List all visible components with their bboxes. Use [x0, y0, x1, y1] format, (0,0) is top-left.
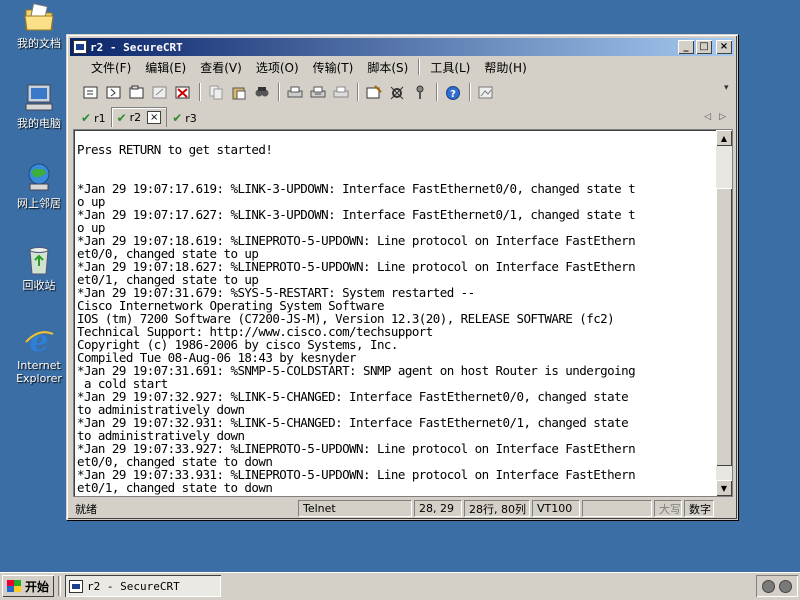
status-size: 28行, 80列	[464, 500, 530, 517]
connected-check-icon: ✔	[81, 111, 92, 125]
menu-tools[interactable]: 工具(L)	[423, 59, 477, 76]
keymap-icon[interactable]	[409, 82, 431, 102]
terminal-scrollbar[interactable]: ▲ ▼	[716, 130, 732, 496]
tab-r2[interactable]: ✔ r2 ×	[110, 107, 168, 127]
copy-icon[interactable]	[205, 82, 227, 102]
menu-edit[interactable]: 编辑(E)	[138, 59, 193, 76]
internet-explorer-icon: e	[22, 324, 56, 359]
print-selection-icon[interactable]	[307, 82, 329, 102]
desktop-icon-label: 回收站	[22, 279, 56, 292]
close-button[interactable]: ×	[716, 40, 732, 54]
find-icon[interactable]	[251, 82, 273, 102]
taskbar-task-label: r2 - SecureCRT	[87, 579, 180, 593]
windows-logo-icon	[7, 580, 21, 592]
my-computer-icon	[22, 82, 56, 114]
start-label: 开始	[25, 579, 50, 594]
help-icon[interactable]: ?	[442, 82, 464, 102]
status-emulation: VT100	[532, 500, 580, 517]
menu-file[interactable]: 文件(F)	[84, 59, 138, 76]
taskbar-securecrt-button[interactable]: r2 - SecureCRT	[65, 575, 222, 597]
my-documents-icon	[22, 2, 56, 34]
connect-tab-icon[interactable]	[126, 82, 148, 102]
securecrt-app-icon	[69, 579, 84, 593]
toolbar-separator	[199, 83, 201, 101]
tab-next-icon[interactable]: ▷	[719, 112, 726, 122]
reconnect-icon[interactable]	[149, 82, 171, 102]
menu-separator	[418, 59, 421, 75]
desktop-icon-label: Internet Explorer	[16, 359, 62, 385]
title-bar[interactable]: r2 - SecureCRT _ □ ×	[70, 38, 734, 56]
tab-r1[interactable]: ✔ r1	[76, 109, 111, 127]
desktop-icon-label: 网上邻居	[17, 197, 61, 210]
tab-r3[interactable]: ✔ r3	[167, 109, 202, 127]
map-icon[interactable]	[475, 82, 497, 102]
toolbar-separator	[278, 83, 280, 101]
print-setup-icon[interactable]	[330, 82, 352, 102]
print-icon[interactable]	[284, 82, 306, 102]
desktop-icon-internet-explorer[interactable]: e Internet Explorer	[6, 324, 72, 385]
toolbar: ? ▾	[70, 79, 734, 105]
recycle-bin-icon	[22, 244, 56, 276]
minimize-button[interactable]: _	[678, 40, 694, 54]
securecrt-app-icon[interactable]	[73, 40, 87, 54]
status-bar: 就绪 Telnet 28, 29 28行, 80列 VT100 大写 数字	[70, 499, 734, 518]
menu-help[interactable]: 帮助(H)	[477, 59, 533, 76]
status-cursor: 28, 29	[414, 500, 462, 517]
terminal-area[interactable]: Press RETURN to get started! *Jan 29 19:…	[73, 129, 733, 497]
menu-script[interactable]: 脚本(S)	[360, 59, 415, 76]
terminal-output: Press RETURN to get started! *Jan 29 19:…	[77, 142, 636, 495]
status-caps: 大写	[654, 500, 682, 517]
menu-view[interactable]: 查看(V)	[193, 59, 249, 76]
tab-label: r1	[94, 111, 106, 125]
maximize-button[interactable]: □	[696, 40, 712, 54]
toolbar-separator	[357, 83, 359, 101]
taskbar-separator	[58, 576, 62, 596]
connect-icon[interactable]	[80, 82, 102, 102]
menu-transfer[interactable]: 传输(T)	[306, 59, 361, 76]
desktop-icon-network-places[interactable]: 网上邻居	[6, 162, 72, 210]
tab-prev-icon[interactable]: ◁	[704, 112, 711, 122]
connected-check-icon: ✔	[172, 111, 183, 125]
network-places-icon	[22, 162, 56, 194]
disconnect-icon[interactable]	[172, 82, 194, 102]
tab-label: r3	[185, 111, 197, 125]
scroll-up-icon[interactable]: ▲	[716, 130, 732, 146]
toolbar-separator	[436, 83, 438, 101]
scroll-down-icon[interactable]: ▼	[716, 480, 732, 496]
menu-options[interactable]: 选项(O)	[249, 59, 306, 76]
toolbar-overflow-icon[interactable]: ▾	[724, 83, 734, 101]
session-options-icon[interactable]	[363, 82, 385, 102]
start-button[interactable]: 开始	[2, 575, 54, 597]
toolbar-separator	[469, 83, 471, 101]
system-tray	[756, 575, 798, 597]
desktop-icon-recycle-bin[interactable]: 回收站	[6, 244, 72, 292]
tab-label: r2	[129, 111, 142, 124]
status-empty	[582, 500, 652, 517]
paste-icon[interactable]	[228, 82, 250, 102]
tray-volume-icon[interactable]	[762, 579, 775, 593]
scroll-thumb[interactable]	[716, 188, 732, 466]
taskbar: 开始 r2 - SecureCRT	[0, 572, 800, 600]
status-num: 数字	[684, 500, 714, 517]
menu-bar: 文件(F) 编辑(E) 查看(V) 选项(O) 传输(T) 脚本(S) 工具(L…	[70, 57, 734, 77]
tray-network-icon[interactable]	[779, 579, 792, 593]
global-options-icon[interactable]	[386, 82, 408, 102]
securecrt-window: r2 - SecureCRT _ □ × 文件(F) 编辑(E) 查看(V) 选…	[66, 34, 738, 520]
session-tabs: ✔ r1 ✔ r2 × ✔ r3 ◁ ▷	[70, 107, 734, 127]
connected-check-icon: ✔	[116, 110, 127, 125]
status-ready: 就绪	[75, 502, 97, 516]
desktop-icon-my-documents[interactable]: 我的文档	[6, 2, 72, 50]
svg-text:?: ?	[450, 89, 456, 100]
tab-close-icon[interactable]: ×	[147, 111, 162, 124]
desktop-icon-label: 我的电脑	[17, 117, 61, 130]
desktop-icon-label: 我的文档	[17, 37, 61, 50]
status-protocol: Telnet	[298, 500, 412, 517]
quick-connect-icon[interactable]	[103, 82, 125, 102]
svg-text:e: e	[29, 324, 48, 356]
desktop-icon-my-computer[interactable]: 我的电脑	[6, 82, 72, 130]
window-title: r2 - SecureCRT	[90, 40, 183, 54]
